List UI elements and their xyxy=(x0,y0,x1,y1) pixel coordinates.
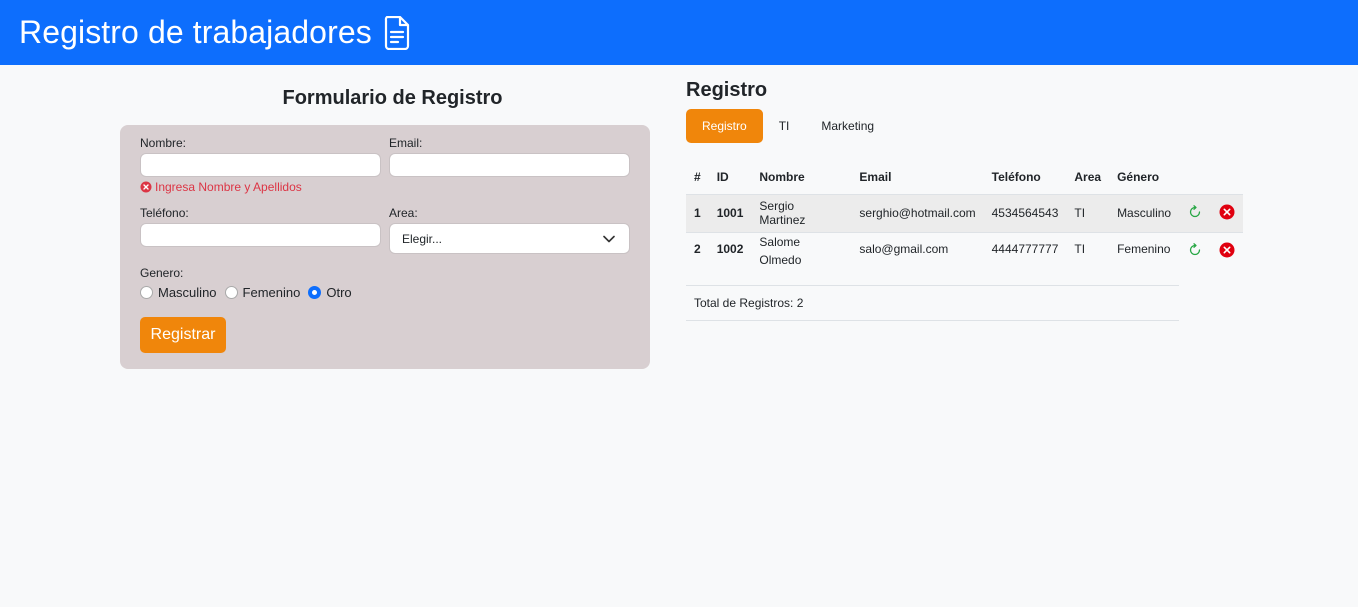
telefono-input[interactable] xyxy=(140,223,381,247)
radio-label: Femenino xyxy=(242,285,301,300)
tab-ti[interactable]: TI xyxy=(763,109,806,143)
radio-otro[interactable] xyxy=(308,286,322,299)
app-title: Registro de trabajadores xyxy=(19,14,372,50)
refresh-icon[interactable] xyxy=(1187,204,1203,220)
column-header: Teléfono xyxy=(991,169,1041,184)
row-nombre: Sergio Martinez xyxy=(751,193,852,232)
total-registros: Total de Registros: 2 xyxy=(686,284,1180,321)
nombre-label: Nombre: xyxy=(140,136,187,150)
column-header: ID xyxy=(716,169,729,184)
row-number: 2 xyxy=(686,231,709,285)
registro-title: Registro xyxy=(686,79,768,101)
row-telefono: 4534564543 xyxy=(983,193,1067,232)
column-header: # xyxy=(694,169,701,184)
table-row: 1 1001 Sergio Martinez serghio@hotmail.c… xyxy=(686,193,1244,232)
radio-masculino[interactable] xyxy=(140,286,153,299)
genero-label: Genero: xyxy=(140,266,184,280)
nombre-input[interactable] xyxy=(140,153,381,177)
genero-option-masculino[interactable]: Masculino xyxy=(140,285,217,300)
tab-marketing[interactable]: Marketing xyxy=(805,109,890,143)
row-area: TI xyxy=(1066,193,1110,232)
registrar-button[interactable]: Registrar xyxy=(140,317,226,353)
row-area: TI xyxy=(1066,231,1110,285)
tab-registro[interactable]: Registro xyxy=(686,109,763,143)
delete-icon[interactable] xyxy=(1219,204,1235,220)
row-id: 1002 xyxy=(708,231,752,285)
column-header: Email xyxy=(859,169,892,184)
email-input[interactable] xyxy=(389,153,630,177)
row-number: 1 xyxy=(686,193,709,232)
row-nombre: Salome Olmedo xyxy=(751,231,852,285)
nombre-error: Ingresa Nombre y Apellidos xyxy=(140,180,302,194)
genero-radio-group: Masculino Femenino Otro xyxy=(140,285,360,300)
radio-femenino[interactable] xyxy=(224,286,238,299)
chevron-down-icon xyxy=(603,235,615,243)
table-row: 2 1002 Salome Olmedo salo@gmail.com 4444… xyxy=(686,231,1244,285)
table-footer-row: Total de Registros: 2 xyxy=(686,284,1243,321)
registration-form: Nombre: Ingresa Nombre y Apellidos Email… xyxy=(120,125,650,369)
radio-label: Otro xyxy=(326,285,352,300)
row-genero: Femenino xyxy=(1109,231,1180,285)
row-email: serghio@hotmail.com xyxy=(851,193,984,232)
delete-icon[interactable] xyxy=(1219,242,1235,258)
table-header-row: # ID Nombre Email Teléfono Area Género xyxy=(686,160,1243,194)
row-email: salo@gmail.com xyxy=(851,231,984,285)
column-header: Género xyxy=(1117,169,1160,184)
telefono-label: Teléfono: xyxy=(140,206,189,220)
radio-label: Masculino xyxy=(158,285,217,300)
refresh-icon[interactable] xyxy=(1187,242,1203,258)
registro-table: # ID Nombre Email Teléfono Area Género 1… xyxy=(686,160,1244,321)
form-title: Formulario de Registro xyxy=(282,87,503,109)
email-label: Email: xyxy=(389,136,423,150)
row-telefono: 4444777777 xyxy=(983,231,1067,285)
genero-option-otro[interactable]: Otro xyxy=(308,285,352,300)
error-icon xyxy=(140,181,152,193)
row-genero: Masculino xyxy=(1109,193,1180,232)
nombre-error-text: Ingresa Nombre y Apellidos xyxy=(155,180,302,194)
column-header: Area xyxy=(1074,169,1102,184)
row-id: 1001 xyxy=(708,193,752,232)
navbar: Registro de trabajadores xyxy=(0,0,1358,65)
area-label: Area: xyxy=(389,206,418,220)
area-selected-value: Elegir... xyxy=(402,231,443,246)
column-header: Nombre xyxy=(759,169,805,184)
area-select[interactable]: Elegir... xyxy=(389,223,630,254)
tabs: Registro TI Marketing xyxy=(686,109,890,143)
genero-option-femenino[interactable]: Femenino xyxy=(224,285,301,300)
file-text-icon xyxy=(384,15,409,50)
